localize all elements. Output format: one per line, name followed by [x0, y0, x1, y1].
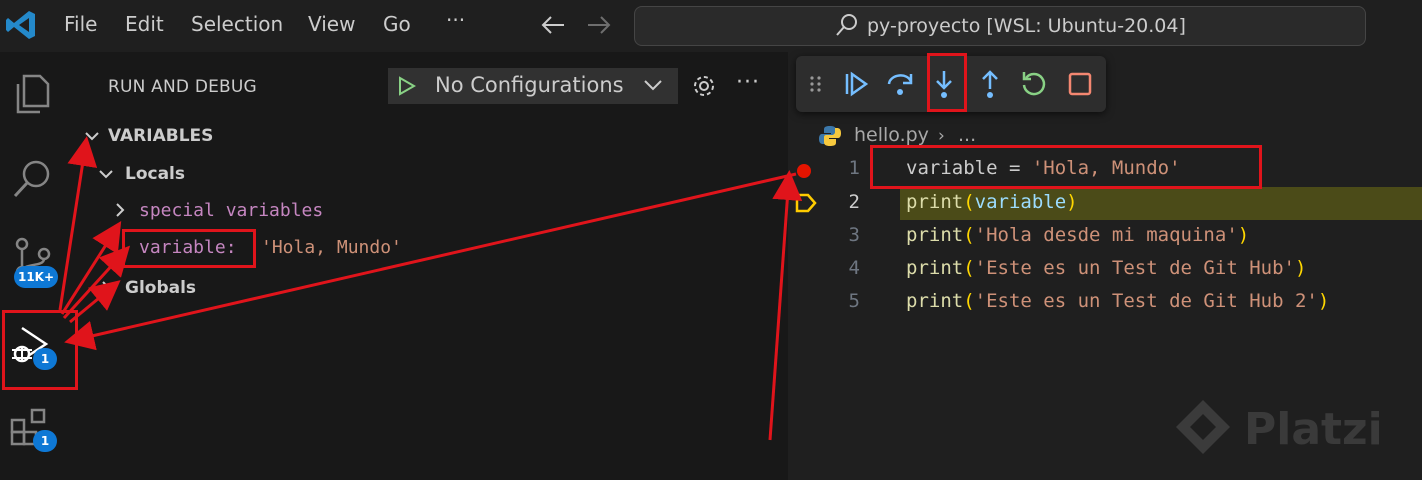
line-number: 2 [848, 191, 860, 213]
special-variables-item[interactable]: special variables [139, 200, 323, 221]
scm-badge: 11K+ [14, 266, 58, 288]
forward-arrow-icon[interactable] [586, 14, 612, 36]
menu-go[interactable]: Go [383, 12, 411, 36]
code-text: print('Este es un Test de Git Hub') [906, 257, 1307, 279]
menu-more[interactable]: ··· [446, 8, 465, 32]
search-icon[interactable] [10, 156, 54, 200]
configuration-label: No Configurations [435, 73, 624, 97]
code-text: print('Hola desde mi maquina') [906, 224, 1250, 246]
variable-value[interactable]: 'Hola, Mundo' [261, 237, 402, 258]
line-number: 1 [848, 157, 860, 179]
breadcrumb-separator: › [938, 126, 945, 146]
line-number: 3 [848, 224, 860, 246]
code-line[interactable]: 5 print('Este es un Test de Git Hub 2') [788, 286, 1422, 319]
code-text: print('Este es un Test de Git Hub 2') [906, 290, 1330, 312]
sidebar-title: RUN AND DEBUG [108, 77, 257, 97]
code-line[interactable]: 2 print(variable) [788, 187, 1422, 220]
annotation-box-line-1 [870, 145, 1262, 189]
launch-configuration-dropdown[interactable]: No Configurations [388, 68, 678, 104]
chevron-right-icon[interactable] [98, 280, 114, 296]
breadcrumb-file[interactable]: hello.py [854, 124, 929, 146]
chevron-down-icon[interactable] [84, 128, 100, 144]
activity-bar: 11K+ 1 1 [0, 52, 74, 480]
breadcrumb-symbols[interactable]: ... [958, 124, 976, 146]
menu-selection[interactable]: Selection [191, 12, 283, 36]
chevron-right-icon[interactable] [112, 202, 128, 218]
platzi-watermark: Platzi [1244, 404, 1383, 455]
chevron-down-icon[interactable] [98, 166, 114, 182]
explorer-icon[interactable] [10, 72, 54, 116]
back-arrow-icon[interactable] [540, 14, 566, 36]
annotation-box-debug-tab [2, 310, 78, 390]
command-center-label: py-proyecto [WSL: Ubuntu-20.04] [867, 15, 1186, 37]
gripper-icon[interactable] [808, 68, 824, 100]
restart-icon[interactable] [1018, 68, 1050, 100]
step-over-icon[interactable] [884, 68, 916, 100]
menu-edit[interactable]: Edit [125, 12, 164, 36]
chevron-down-icon [644, 80, 662, 91]
line-number: 5 [848, 290, 860, 312]
locals-scope[interactable]: Locals [125, 164, 185, 184]
gear-icon[interactable] [690, 72, 718, 100]
search-icon [836, 14, 857, 36]
code-line[interactable]: 3 print('Hola desde mi maquina') [788, 220, 1422, 253]
code-text: print(variable) [906, 191, 1078, 213]
vscode-logo-icon [6, 11, 35, 39]
command-center[interactable]: py-proyecto [WSL: Ubuntu-20.04] [634, 6, 1366, 46]
menu-file[interactable]: File [64, 12, 97, 36]
python-file-icon [819, 126, 841, 146]
annotation-box-variable [122, 229, 256, 268]
start-debugging-icon[interactable] [398, 76, 416, 96]
more-actions-icon[interactable]: ··· [736, 70, 760, 95]
step-out-icon[interactable] [974, 68, 1006, 100]
variables-section-header[interactable]: VARIABLES [108, 126, 213, 146]
code-line[interactable]: 4 print('Este es un Test de Git Hub') [788, 253, 1422, 286]
stop-icon[interactable] [1064, 68, 1096, 100]
menu-view[interactable]: View [308, 12, 355, 36]
line-number: 4 [848, 257, 860, 279]
globals-scope[interactable]: Globals [125, 278, 196, 298]
platzi-logo-icon [1176, 400, 1230, 454]
extensions-badge: 1 [33, 430, 57, 452]
annotation-box-step-into [927, 53, 967, 112]
title-bar: File Edit Selection View Go ··· py-proye… [0, 0, 1422, 52]
continue-icon[interactable] [840, 68, 872, 100]
